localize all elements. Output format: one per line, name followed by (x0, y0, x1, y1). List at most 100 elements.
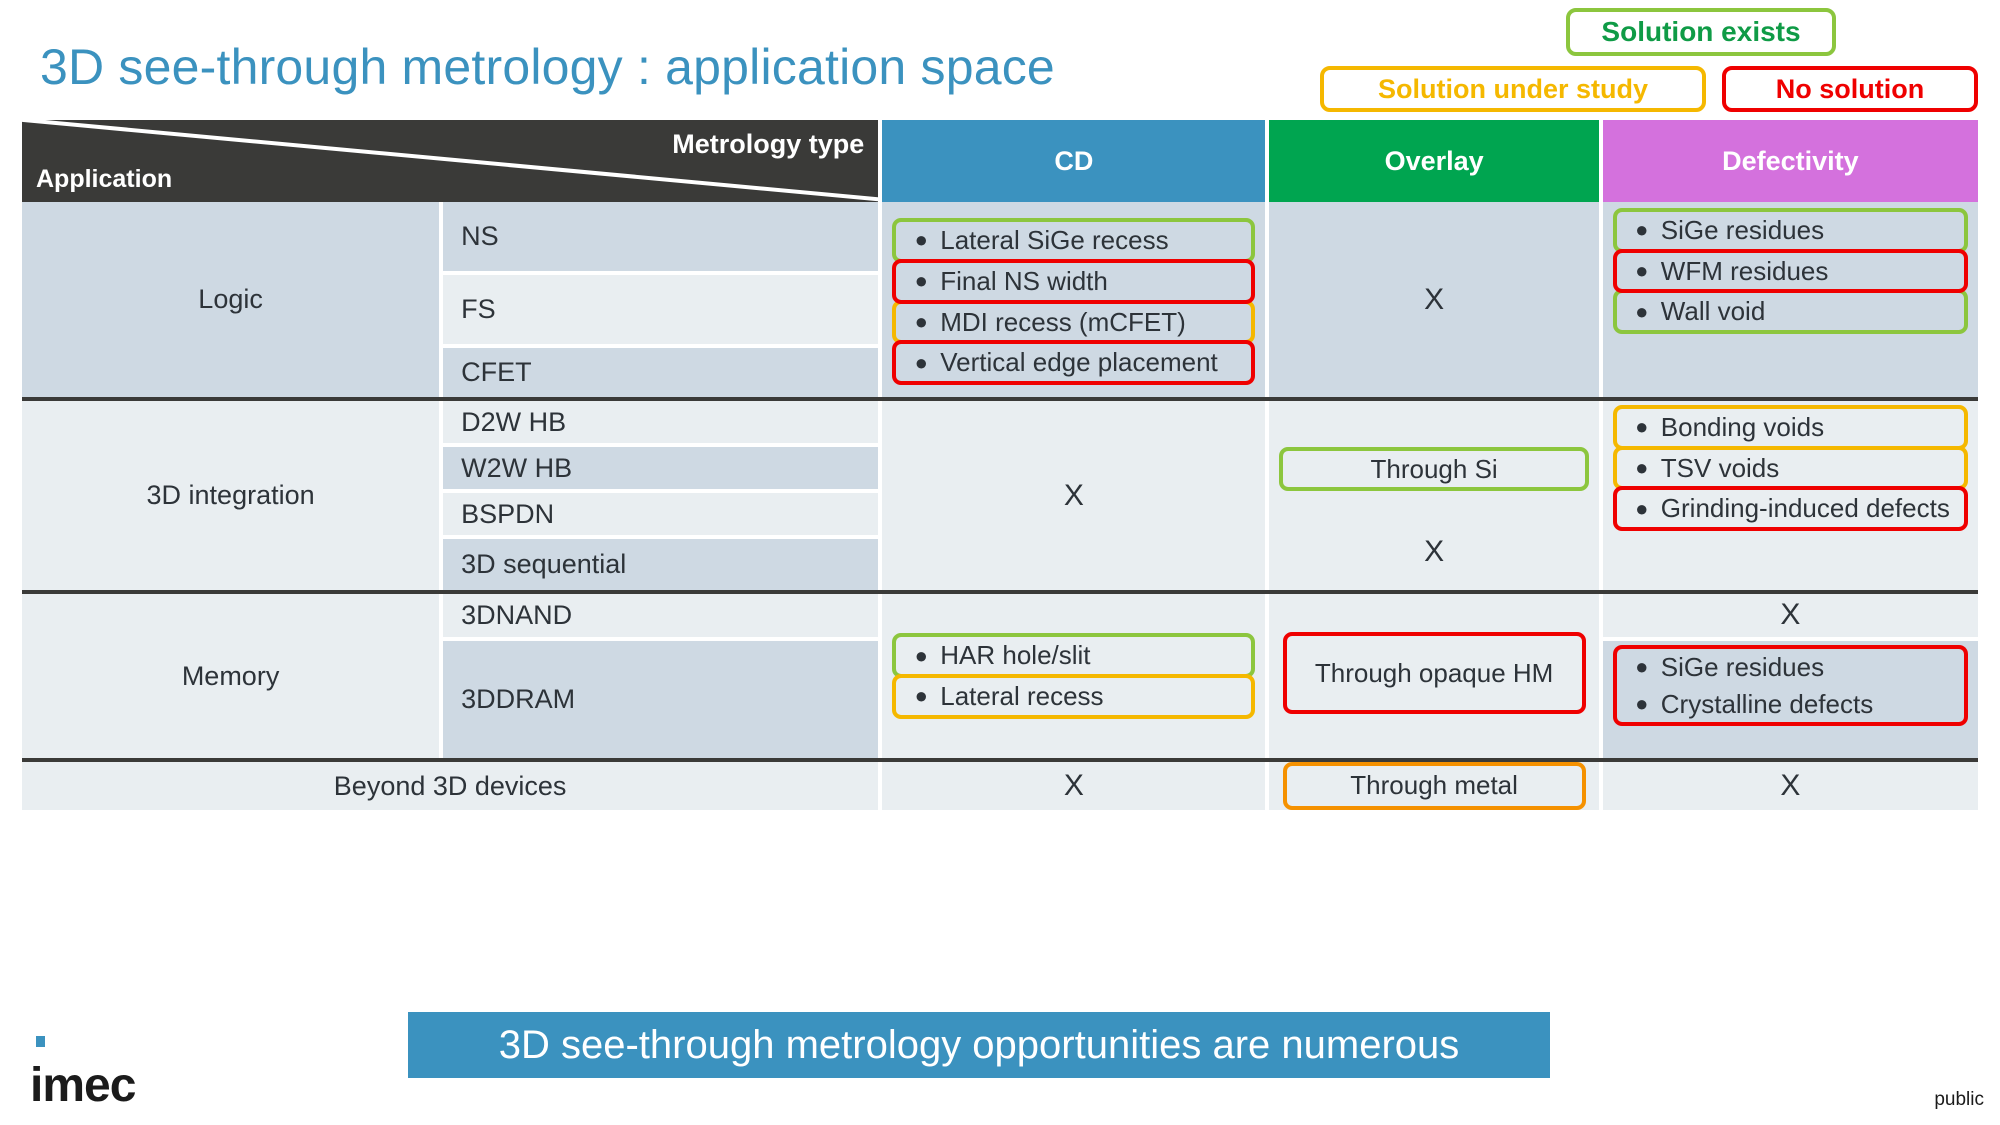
chip-label: Final NS width (940, 265, 1108, 296)
chip-final-ns-width: ● Final NS width (892, 258, 1256, 304)
chip-wfm-residues: ● WFM residues (1612, 248, 1968, 294)
bullet-icon: ● (1635, 298, 1649, 324)
chip-through-si: Through Si (1279, 447, 1589, 491)
chip-label: Through Si (1370, 453, 1498, 484)
cd-cell: X (882, 401, 1266, 590)
table-band-memory: Memory 3DNAND 3DDRAM ● HAR hole/slit ● L… (22, 590, 1978, 758)
bullet-icon: ● (914, 642, 928, 668)
bullet-icon: ● (914, 349, 928, 375)
chip-sige-residues: ● SiGe residues (1612, 208, 1968, 253)
imec-logo: imec (30, 1036, 136, 1113)
logo-dot-icon (36, 1036, 45, 1047)
bullet-icon: ● (1635, 217, 1649, 243)
slide: 3D see-through metrology : application s… (0, 0, 2000, 1125)
x-mark: X (1424, 282, 1445, 316)
x-mark: X (1063, 769, 1084, 802)
overlay-cell: Through Si X (1269, 401, 1599, 590)
defectivity-cell: X ● SiGe residues ● Crystalline defects (1602, 594, 1978, 758)
chip-list: ● Lateral SiGe recess ● Final NS width ●… (882, 214, 1265, 385)
chip-label: SiGe residues (1660, 215, 1825, 245)
chip-through-opaque-hm: Through opaque HM (1282, 632, 1586, 714)
bullet-icon: ● (1635, 258, 1649, 283)
column-header-defectivity: Defectivity (1602, 120, 1979, 202)
bullet-icon: ● (1635, 414, 1649, 440)
bullet-icon: ● (1635, 690, 1649, 716)
x-mark: X (1780, 769, 1801, 802)
chip-mdi-recess: ● MDI recess (mCFET) (892, 299, 1256, 345)
type-cell: 3DNAND (443, 594, 879, 637)
chip-har-hole-slit: ● HAR hole/slit (892, 633, 1256, 678)
application-cell: Memory (22, 594, 440, 758)
metrology-type-list: NS FS CFET (443, 202, 879, 397)
defectivity-cell: ● Bonding voids ● TSV voids ● Grinding-i… (1602, 401, 1978, 590)
chip-label: SiGe residues (1660, 651, 1825, 682)
bullet-icon: ● (1635, 455, 1649, 480)
chip-label: Through metal (1350, 770, 1518, 801)
cd-cell: X (882, 762, 1266, 810)
chip-label: Crystalline defects (1660, 688, 1874, 719)
legend-no-solution: No solution (1722, 66, 1978, 112)
type-cell: FS (443, 275, 879, 344)
chip-label: MDI recess (mCFET) (940, 306, 1186, 337)
legend-label: No solution (1775, 73, 1925, 104)
legend-label: Solution exists (1601, 16, 1801, 47)
type-cell: 3D sequential (443, 539, 879, 590)
chip-label: HAR hole/slit (940, 640, 1091, 671)
x-mark: X (1063, 478, 1084, 512)
application-header: Application (36, 165, 173, 193)
chip-label: Bonding voids (1660, 412, 1825, 442)
application-space-table: Metrology type Application CD Overlay De… (22, 120, 1979, 810)
overlay-cell: Through metal (1269, 761, 1599, 810)
chip-list: ● SiGe residues ● WFM residues ● Wall vo… (1603, 206, 1978, 335)
metrology-type-header: Metrology type (672, 129, 865, 159)
chip-vertical-edge-placement: ● Vertical edge placement (892, 340, 1256, 385)
x-mark: X (1780, 598, 1801, 632)
defectivity-x-row: X (1602, 594, 1978, 637)
application-cell: Beyond 3D devices (22, 762, 879, 810)
chip-label: Lateral recess (940, 681, 1104, 711)
legend-label: Solution under study (1378, 73, 1648, 104)
overlay-cell: Through opaque HM (1269, 594, 1599, 758)
chip-sige-residues: ● SiGe residues (1612, 644, 1968, 686)
chip-tsv-voids: ● TSV voids (1612, 445, 1968, 491)
chip-lateral-recess: ● Lateral recess (892, 674, 1256, 719)
chip-label: Lateral SiGe recess (940, 225, 1169, 256)
bullet-icon: ● (914, 683, 928, 709)
type-cell: 3DDRAM (443, 640, 879, 758)
metrology-type-list: 3DNAND 3DDRAM (443, 594, 879, 758)
chip-label: Through opaque HM (1314, 657, 1554, 688)
defectivity-chip-row: ● SiGe residues ● Crystalline defects (1602, 640, 1978, 758)
table-band-3d-integration: 3D integration D2W HB W2W HB BSPDN 3D se… (22, 397, 1978, 590)
x-mark: X (1424, 535, 1445, 568)
chip-through-metal: Through metal (1282, 761, 1586, 810)
metrology-type-list: D2W HB W2W HB BSPDN 3D sequential (443, 401, 879, 590)
bullet-icon: ● (1635, 654, 1649, 680)
cd-cell: ● Lateral SiGe recess ● Final NS width ●… (882, 202, 1266, 397)
table-header-row: Metrology type Application CD Overlay De… (22, 120, 1979, 202)
bullet-icon: ● (914, 227, 928, 253)
type-cell: BSPDN (443, 493, 879, 536)
legend-solution-under-study: Solution under study (1320, 66, 1706, 112)
chip-label: Wall void (1660, 296, 1766, 327)
chip-label: Vertical edge placement (940, 347, 1218, 378)
legend-solution-exists: Solution exists (1566, 8, 1836, 56)
type-cell: NS (443, 202, 879, 271)
chip-grinding-induced-defects: ● Grinding-induced defects (1612, 486, 1968, 532)
table-corner-header: Metrology type Application (22, 120, 879, 202)
cd-cell: ● HAR hole/slit ● Lateral recess (882, 594, 1266, 758)
defectivity-cell: X (1602, 762, 1979, 810)
overlay-cell: X (1269, 202, 1599, 397)
logo-text: imec (30, 1059, 136, 1112)
type-cell: D2W HB (443, 401, 879, 444)
chip-label: TSV voids (1660, 452, 1780, 483)
page-title: 3D see-through metrology : application s… (40, 39, 1055, 95)
chip-crystalline-defects: ● Crystalline defects (1612, 685, 1968, 727)
chip-bonding-voids: ● Bonding voids (1612, 405, 1968, 450)
chip-list: ● SiGe residues ● Crystalline defects (1603, 644, 1978, 727)
column-header-cd: CD (882, 120, 1266, 202)
chip-wall-void: ● Wall void (1612, 289, 1968, 335)
bullet-icon: ● (914, 268, 928, 294)
type-cell: W2W HB (443, 447, 879, 490)
bullet-icon: ● (914, 308, 928, 334)
chip-label: WFM residues (1660, 255, 1829, 286)
